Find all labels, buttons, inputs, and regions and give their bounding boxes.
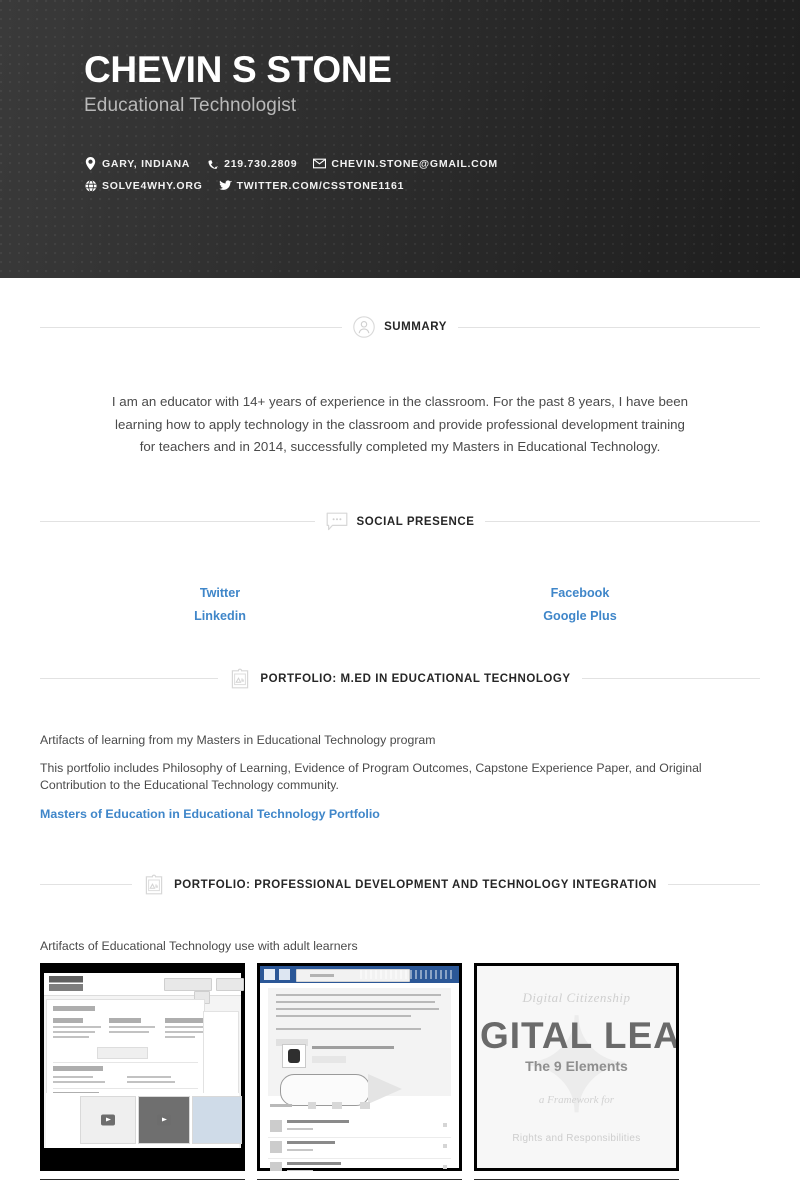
poster-main-title: DIGITAL LEADERSHIP (477, 1014, 676, 1056)
gallery-item-underline (40, 1178, 245, 1180)
portfolio-pd-gallery: ✦ Digital Citizenship DIGITAL LEADERSHIP… (40, 962, 760, 1180)
poster-superline: Digital Citizenship (522, 989, 631, 1005)
portfolio-med-body: Artifacts of learning from my Masters in… (40, 732, 760, 823)
divider-right (667, 884, 760, 885)
resume-body: SUMMARY I am an educator with 14+ years … (0, 278, 800, 1180)
framed-picture-icon (143, 874, 165, 896)
contact-location: GARY, INDIANA (84, 157, 190, 170)
gallery-item-underline (257, 1178, 462, 1180)
location-pin-icon (84, 157, 97, 170)
contact-line-2: SOLVE4WHY.ORG TWITTER.COM/CSSTONE1161 (84, 179, 760, 192)
social-link-google-plus[interactable]: Google Plus (400, 605, 760, 627)
contact-email-text: CHEVIN.STONE@GMAIL.COM (331, 157, 498, 170)
social-link-facebook[interactable]: Facebook (400, 582, 760, 604)
portfolio-pd-title-group: PORTFOLIO: PROFESSIONAL DEVELOPMENT AND … (132, 874, 668, 896)
contact-website-text: SOLVE4WHY.ORG (102, 179, 203, 192)
portfolio-med-line-2: This portfolio includes Philosophy of Le… (40, 760, 702, 792)
divider-left (40, 678, 219, 679)
gallery-item[interactable] (40, 962, 245, 1180)
contact-phone-text: 219.730.2809 (224, 157, 298, 170)
gallery-item-underline (474, 1178, 679, 1180)
resume-header-banner: CHEVIN S STONE Educational Technologist … (0, 0, 800, 278)
contact-twitter-text: TWITTER.COM/CSSTONE1161 (236, 179, 405, 192)
divider-left (40, 884, 133, 885)
page-title: CHEVIN S STONE (84, 49, 392, 90)
thumbnail-image-1 (40, 962, 245, 1171)
portfolio-med-link[interactable]: Masters of Education in Educational Tech… (40, 807, 380, 821)
section-title-portfolio-med: PORTFOLIO: M.ED IN EDUCATIONAL TECHNOLOG… (260, 672, 571, 685)
speech-bubble-icon (326, 511, 348, 533)
section-portfolio-pd: PORTFOLIO: PROFESSIONAL DEVELOPMENT AND … (40, 823, 760, 1180)
section-title-summary: SUMMARY (384, 321, 447, 333)
contact-location-text: GARY, INDIANA (102, 157, 191, 170)
poster-subtitle-2: a Framework for (538, 1093, 615, 1106)
poster-subtitle: The 9 Elements (525, 1057, 628, 1074)
person-circle-icon (353, 316, 375, 338)
portfolio-med-title-group: PORTFOLIO: M.ED IN EDUCATIONAL TECHNOLOG… (218, 668, 581, 690)
section-portfolio-med: PORTFOLIO: M.ED IN EDUCATIONAL TECHNOLOG… (40, 628, 761, 823)
divider-left (40, 521, 315, 522)
section-summary: SUMMARY I am an educator with 14+ years … (40, 278, 760, 459)
framed-picture-icon (229, 668, 251, 690)
section-social-presence: SOCIAL PRESENCE Twitter Linkedin Faceboo… (40, 459, 761, 628)
divider-right (485, 521, 761, 522)
social-section-header: SOCIAL PRESENCE (40, 511, 761, 533)
contact-twitter: TWITTER.COM/CSSTONE1161 (218, 179, 405, 192)
gallery-item[interactable]: ✦ Digital Citizenship DIGITAL LEADERSHIP… (474, 962, 679, 1180)
summary-section-header: SUMMARY (40, 316, 760, 338)
divider-right (457, 326, 760, 328)
section-title-social: SOCIAL PRESENCE (356, 515, 475, 528)
contact-phone: 219.730.2809 (206, 157, 297, 170)
contact-email: CHEVIN.STONE@GMAIL.COM (313, 157, 498, 170)
portfolio-med-section-header: PORTFOLIO: M.ED IN EDUCATIONAL TECHNOLOG… (40, 668, 761, 690)
social-column-left: Twitter Linkedin (40, 582, 400, 628)
phone-icon (206, 157, 219, 170)
lms-course-page-screenshot[interactable] (40, 962, 245, 1171)
gallery-item[interactable] (257, 962, 462, 1180)
social-links-grid: Twitter Linkedin Facebook Google Plus (40, 582, 760, 628)
envelope-icon (313, 157, 327, 170)
portfolio-med-line-1: Artifacts of learning from my Masters in… (40, 732, 436, 747)
divider-right (581, 678, 761, 679)
twitter-bird-icon (218, 179, 232, 192)
digital-citizenship-poster[interactable]: ✦ Digital Citizenship DIGITAL LEADERSHIP… (474, 962, 679, 1171)
social-link-linkedin[interactable]: Linkedin (40, 605, 400, 627)
thumbnail-image-3: ✦ Digital Citizenship DIGITAL LEADERSHIP… (474, 962, 679, 1171)
social-link-twitter[interactable]: Twitter (40, 582, 400, 604)
summary-text: I am an educator with 14+ years of exper… (111, 394, 689, 454)
contact-website: SOLVE4WHY.ORG (84, 179, 203, 192)
portfolio-pd-body: Artifacts of Educational Technology use … (40, 938, 760, 1180)
globe-icon (84, 179, 97, 192)
social-title-group: SOCIAL PRESENCE (315, 511, 486, 533)
social-column-right: Facebook Google Plus (400, 582, 760, 628)
portfolio-pd-section-header: PORTFOLIO: PROFESSIONAL DEVELOPMENT AND … (40, 874, 760, 896)
poster-footer: Rights and Responsibilities (512, 1132, 641, 1144)
section-title-portfolio-pd: PORTFOLIO: PROFESSIONAL DEVELOPMENT AND … (174, 878, 657, 891)
job-title: Educational Technologist (84, 95, 297, 116)
contact-info: GARY, INDIANA 219.730.2809 CHEVIN.STONE@… (84, 157, 760, 192)
divider-left (40, 326, 343, 328)
remind-messaging-screenshot[interactable] (257, 962, 462, 1171)
portfolio-pd-caption: Artifacts of Educational Technology use … (40, 938, 358, 953)
contact-line-1: GARY, INDIANA 219.730.2809 CHEVIN.STONE@… (84, 157, 760, 170)
thumbnail-image-2 (257, 962, 462, 1171)
summary-title-group: SUMMARY (342, 316, 458, 338)
header-content: CHEVIN S STONE Educational Technologist … (84, 48, 760, 201)
